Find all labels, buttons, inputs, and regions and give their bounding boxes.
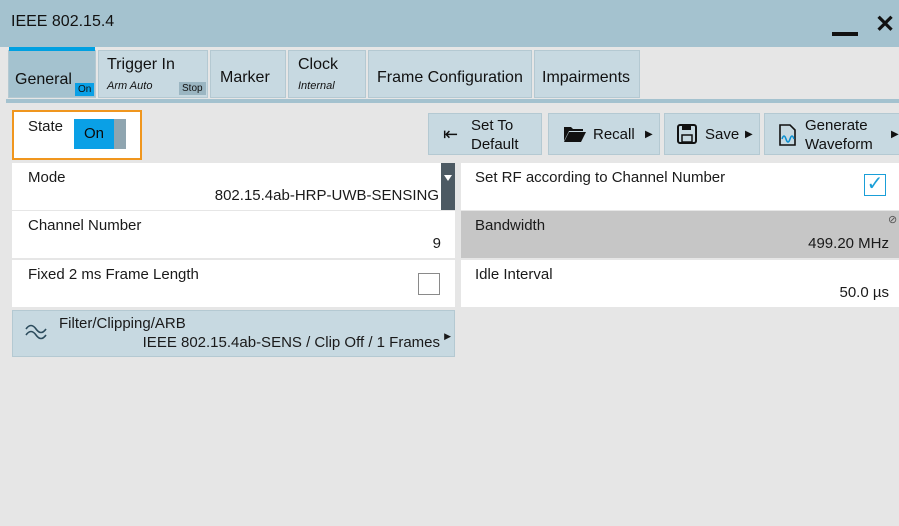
set-rf-field[interactable]: Set RF according to Channel Number ✓ [461,163,899,210]
state-label: State [28,118,64,135]
tab-marker-label: Marker [220,69,270,86]
idle-interval-label: Idle Interval [475,266,553,283]
set-to-default-line1: Set To [471,117,514,134]
idle-interval-value: 50.0 µs [839,284,889,301]
recall-button[interactable]: Recall ▶ [548,113,660,155]
tab-clock-label: Clock [298,56,339,73]
bandwidth-field: Bandwidth 499.20 MHz ⊘ [461,211,899,258]
tab-clock-sub: Internal [298,80,335,92]
state-toggle[interactable]: On [74,119,126,149]
recall-label: Recall [593,126,635,143]
minimize-button[interactable] [828,16,858,38]
channel-number-value: 9 [432,235,441,252]
title-bar: IEEE 802.15.4 ✕ [0,0,899,47]
mode-dropdown-icon[interactable] [441,163,455,210]
tab-clock[interactable]: Clock Internal [288,50,366,98]
generate-line1: Generate [805,117,868,134]
mode-field[interactable]: Mode 802.15.4ab-HRP-UWB-SENSING [12,163,455,210]
close-button[interactable]: ✕ [875,10,895,39]
tab-general-status-badge: On [75,83,95,96]
fixed-frame-field[interactable]: Fixed 2 ms Frame Length [12,260,455,307]
minimize-icon [832,32,858,36]
disabled-icon: ⊘ [888,214,898,226]
state-on-value: On [74,119,114,149]
generate-waveform-button[interactable]: Generate Waveform ▶ [764,113,899,155]
recall-chevron-icon: ▶ [645,129,653,140]
tab-trigger-status-badge: Stop [179,82,206,95]
set-to-default-line2: Default [471,136,519,153]
channel-number-field[interactable]: Channel Number 9 [12,211,455,258]
generate-waveform-icon [777,124,797,151]
set-rf-checkbox[interactable]: ✓ [864,174,886,196]
fixed-frame-checkbox[interactable] [418,273,440,295]
filter-value: IEEE 802.15.4ab-SENS / Clip Off / 1 Fram… [142,334,440,351]
filter-clipping-arb-button[interactable]: Filter/Clipping/ARB IEEE 802.15.4ab-SENS… [12,310,455,357]
mode-label: Mode [28,169,66,186]
set-to-default-button[interactable]: ⇤ Set To Default [428,113,542,155]
set-to-default-icon: ⇤ [443,124,459,144]
filter-icon [25,321,47,347]
tab-impairments-label: Impairments [542,69,631,86]
save-chevron-icon: ▶ [745,129,753,140]
save-button[interactable]: Save ▶ [664,113,760,155]
tab-general-label: General [15,71,72,88]
floppy-disk-icon [677,124,697,149]
generate-line2: Waveform [805,136,873,153]
bandwidth-value: 499.20 MHz [808,235,889,252]
fixed-frame-label: Fixed 2 ms Frame Length [28,266,199,283]
tab-trigger-in[interactable]: Trigger In Arm Auto Stop [98,50,208,98]
window-title: IEEE 802.15.4 [11,13,115,30]
tab-general[interactable]: General On [8,47,96,98]
idle-interval-field[interactable]: Idle Interval 50.0 µs [461,260,899,307]
folder-open-icon [563,123,587,148]
channel-number-label: Channel Number [28,217,142,234]
tab-trigger-label: Trigger In [107,56,175,73]
generate-chevron-icon: ▶ [891,129,899,140]
tab-trigger-sub: Arm Auto [107,80,153,92]
tab-impairments[interactable]: Impairments [534,50,640,98]
set-rf-label: Set RF according to Channel Number [475,169,726,186]
filter-label: Filter/Clipping/ARB [59,315,186,332]
mode-value: 802.15.4ab-HRP-UWB-SENSING [214,187,439,204]
filter-chevron-icon: ▶ [444,331,451,341]
tab-bar: General On Trigger In Arm Auto Stop Mark… [0,47,899,103]
tab-frame-configuration[interactable]: Frame Configuration [368,50,532,98]
tab-marker[interactable]: Marker [210,50,286,98]
bandwidth-label: Bandwidth [475,217,546,234]
save-label: Save [705,126,740,143]
state-control[interactable]: State On [12,110,142,160]
tab-frame-configuration-label: Frame Configuration [377,69,523,86]
